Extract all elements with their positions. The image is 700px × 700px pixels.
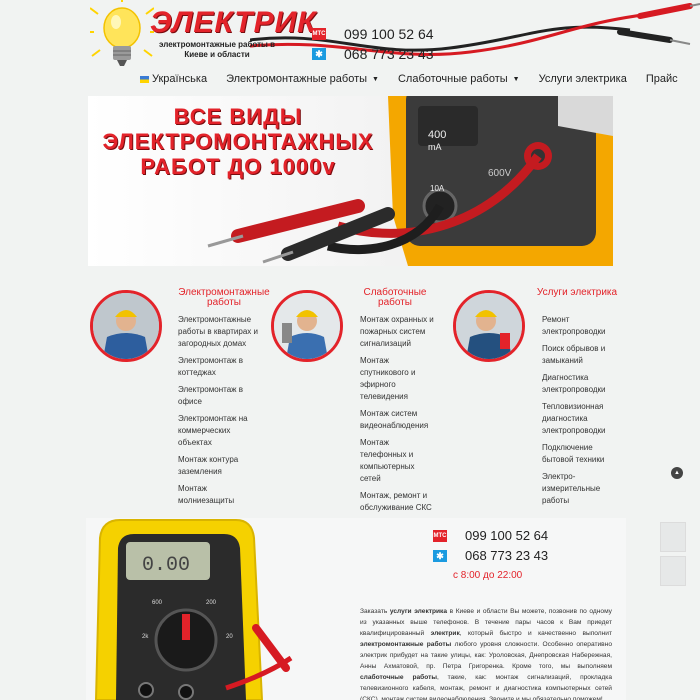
electrician-photo-3[interactable]: [453, 290, 525, 362]
main-nav: Українська Электромонтажные работы ▼ Сла…: [140, 70, 697, 88]
header-phone-mts[interactable]: МТС 099 100 52 64: [312, 26, 434, 42]
electrician-photo-1[interactable]: [90, 290, 162, 362]
nav-item-label: Українська: [152, 73, 208, 85]
banner-line: РАБОТ ДО 1000v: [140, 154, 336, 179]
logo-title[interactable]: ЭЛЕКТРИК: [150, 6, 317, 40]
svg-text:400: 400: [428, 129, 446, 141]
side-panel-button[interactable]: [660, 556, 686, 586]
nav-item-price[interactable]: Прайс: [646, 70, 678, 88]
contact-phone-number: 099 100 52 64: [465, 528, 549, 543]
service-title-electrician[interactable]: Услуги электрика: [534, 288, 620, 298]
service-item[interactable]: Подключение бытовой техники: [542, 442, 622, 466]
nav-item-electrician-services[interactable]: Услуги электрика: [539, 70, 627, 88]
banner-line: ВСЕ ВИДЫ: [173, 104, 303, 129]
service-item[interactable]: Монтаж контура заземления: [178, 454, 258, 478]
header-phone-number: 068 773 23 43: [344, 46, 434, 62]
mts-operator-icon: МТС: [312, 28, 326, 40]
header-phone-kyivstar[interactable]: ✱ 068 773 23 43: [312, 46, 434, 62]
side-panel-button[interactable]: [660, 522, 686, 552]
service-item[interactable]: Тепловизионная диагностика электропровод…: [542, 401, 622, 437]
service-item[interactable]: Поиск обрывов и замыканий: [542, 343, 622, 367]
header: ЭЛЕКТРИК электромонтажные работы в Киеве…: [0, 0, 700, 68]
svg-text:mA: mA: [428, 142, 442, 152]
multimeter-illustration: 0.00 600 200 2k 20: [94, 519, 293, 700]
contact-phone-kyivstar[interactable]: ✱ 068 773 23 43: [433, 548, 548, 563]
header-phone-number: 099 100 52 64: [344, 26, 434, 42]
service-item[interactable]: Монтаж молниезащиты: [178, 483, 258, 507]
service-item[interactable]: Электромонтаж в офисе: [178, 384, 258, 408]
banner-headline: ВСЕ ВИДЫ ЭЛЕКТРОМОНТАЖНЫХ РАБОТ ДО 1000v: [88, 104, 388, 179]
nav-item-low-current-work[interactable]: Слаботочные работы ▼: [398, 70, 520, 88]
service-item[interactable]: Монтаж спутникового и эфирного телевиден…: [360, 355, 436, 403]
svg-text:600V: 600V: [488, 168, 512, 179]
desc-link[interactable]: услуги электрика: [390, 608, 447, 615]
ukraine-flag-icon: [140, 75, 149, 83]
service-item[interactable]: Монтаж систем видеонаблюдения: [360, 408, 436, 432]
kyivstar-star-icon: ✱: [312, 48, 326, 60]
nav-item-label: Электромонтажные работы: [226, 73, 368, 85]
service-title-low-current[interactable]: Слаботочные работы: [352, 288, 438, 308]
kyivstar-star-icon: ✱: [433, 549, 447, 562]
desc-text: Заказать: [360, 608, 388, 615]
svg-text:0.00: 0.00: [142, 554, 190, 577]
svg-text:10A: 10A: [430, 184, 445, 193]
contact-phone-number: 068 773 23 43: [465, 548, 549, 563]
service-item[interactable]: Электро-измерительные работы: [542, 471, 622, 507]
caret-down-icon: ▼: [372, 75, 379, 83]
service-item[interactable]: Монтаж, ремонт и обслуживание СКС: [360, 490, 436, 514]
desc-bold: электрик: [430, 630, 460, 637]
mts-operator-icon: МТС: [433, 529, 447, 542]
svg-text:600: 600: [152, 600, 163, 606]
service-item[interactable]: Электромонтаж в коттеджах: [178, 355, 258, 379]
service-item[interactable]: Электромонтаж на коммерческих объектах: [178, 413, 258, 449]
service-list-low-current: Монтаж охранных и пожарных систем сигнал…: [360, 314, 436, 519]
nav-item-electrical-work[interactable]: Электромонтажные работы ▼: [226, 70, 379, 88]
service-title-electrical[interactable]: Электромонтажные работы: [176, 288, 272, 308]
service-item[interactable]: Ремонт электропроводки: [542, 314, 622, 338]
service-item[interactable]: Электромонтажные работы в квартирах и за…: [178, 314, 258, 350]
service-list-electrical: Электромонтажные работы в квартирах и за…: [178, 314, 258, 512]
scroll-up-button[interactable]: ▲: [671, 467, 683, 479]
nav-item-label: Слаботочные работы: [397, 73, 508, 85]
electrician-photo-2[interactable]: [271, 290, 343, 362]
logo-subtitle: электромонтажные работы в Киеве и област…: [159, 40, 275, 59]
working-hours: с 8:00 до 22:00: [453, 570, 523, 581]
svg-text:2k: 2k: [142, 634, 149, 640]
service-list-electrician: Ремонт электропроводки Поиск обрывов и з…: [542, 314, 622, 512]
description-text: Заказать услуги электрика в Киеве и обла…: [360, 606, 612, 700]
banner-line: ЭЛЕКТРОМОНТАЖНЫХ: [102, 129, 374, 154]
svg-text:200: 200: [206, 600, 217, 606]
hero-banner[interactable]: 400 mA 10A 600V ВСЕ ВИДЫ ЭЛЕКТРОМОНТАЖНЫ…: [88, 96, 613, 266]
lightbulb-logo-icon: [90, 0, 154, 66]
service-item[interactable]: Диагностика электропроводки: [542, 372, 622, 396]
nav-item-label: Прайс: [645, 73, 678, 85]
service-item[interactable]: Монтаж телефонных и компьютерных сетей: [360, 437, 436, 485]
service-item[interactable]: Монтаж охранных и пожарных систем сигнал…: [360, 314, 436, 350]
svg-text:20: 20: [226, 634, 233, 640]
desc-bold: слаботочные работы: [360, 674, 437, 681]
contact-phone-mts[interactable]: МТС 099 100 52 64: [433, 528, 548, 543]
nav-item-label: Услуги электрика: [538, 73, 627, 85]
desc-text: , который быстро и качественно выполнит: [459, 630, 612, 637]
nav-item-language[interactable]: Українська: [140, 70, 207, 88]
desc-bold: электромонтажные работы: [360, 641, 452, 648]
caret-down-icon: ▼: [512, 75, 520, 83]
